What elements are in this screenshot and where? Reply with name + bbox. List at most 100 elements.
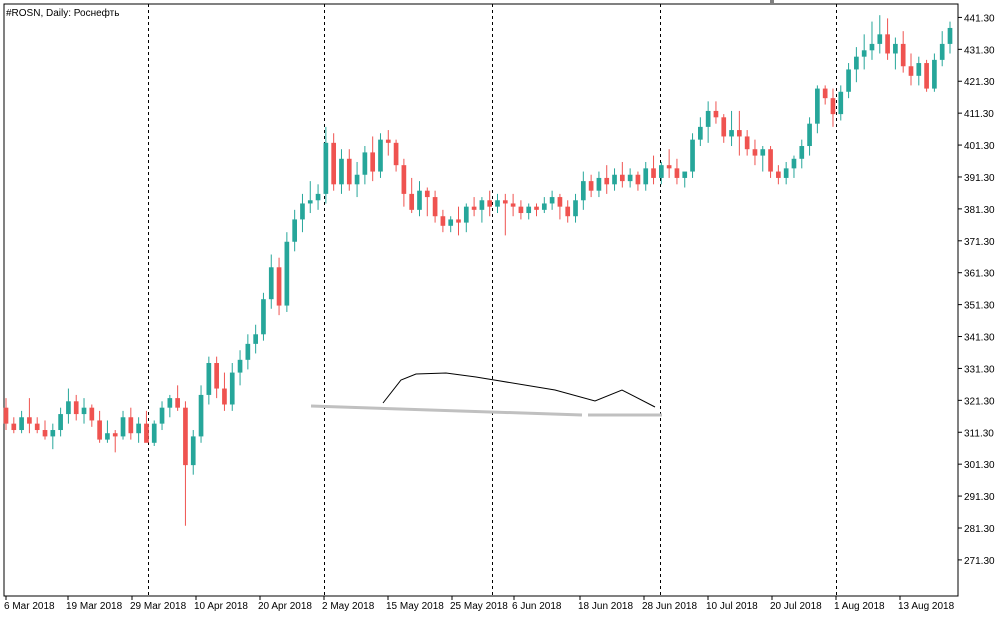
candle-body bbox=[112, 433, 118, 437]
candle-body bbox=[417, 190, 422, 210]
candle-body bbox=[947, 27, 953, 44]
candle-body bbox=[190, 436, 196, 466]
period-separators bbox=[3, 0, 959, 597]
price-tick-label: 391.30 bbox=[964, 173, 995, 184]
price-tick-label: 271.30 bbox=[964, 556, 995, 567]
candle-body bbox=[612, 174, 617, 185]
candle-body bbox=[440, 216, 446, 226]
time-tick-label: 2 May 2018 bbox=[322, 601, 375, 612]
price-tick-label: 361.30 bbox=[964, 269, 995, 280]
candle-body bbox=[658, 165, 664, 178]
candle-body bbox=[206, 363, 212, 395]
candle-body bbox=[846, 69, 851, 92]
candle-body bbox=[924, 63, 929, 89]
candle-body bbox=[183, 407, 188, 466]
candle-body bbox=[463, 206, 469, 223]
candle-body bbox=[580, 181, 586, 201]
candle-body bbox=[604, 177, 610, 185]
price-tick-label: 311.30 bbox=[964, 428, 994, 439]
time-axis: 6 Mar 2018 19 Mar 2018 29 Mar 2018 10 Apr 2… bbox=[4, 596, 955, 612]
price-tick-label: 351.30 bbox=[964, 301, 995, 312]
chart-symbol-label: #ROSN, Daily: Роснефть bbox=[6, 7, 119, 19]
candle-body bbox=[339, 158, 344, 185]
candle-body bbox=[479, 200, 485, 210]
candle-body bbox=[721, 117, 727, 137]
candle-body bbox=[151, 423, 157, 443]
candle-body bbox=[167, 398, 173, 408]
candle-body bbox=[253, 334, 258, 344]
candle-body bbox=[198, 394, 204, 437]
price-tick-label: 291.30 bbox=[964, 492, 995, 503]
candle-body bbox=[518, 206, 524, 214]
pattern-line bbox=[382, 372, 656, 408]
candle-body bbox=[346, 158, 352, 185]
price-tick-label: 321.30 bbox=[964, 396, 995, 407]
time-tick-label: 20 Apr 2018 bbox=[258, 601, 312, 612]
candle-body bbox=[635, 174, 641, 185]
candle-body bbox=[331, 142, 337, 185]
candle-body bbox=[893, 43, 898, 54]
price-tick-label: 421.30 bbox=[964, 77, 995, 88]
candle-body bbox=[424, 190, 430, 198]
candle-body bbox=[261, 299, 266, 335]
candle-body bbox=[448, 219, 454, 226]
candle-body bbox=[378, 139, 383, 172]
candle-body bbox=[799, 146, 805, 159]
candle-body bbox=[19, 417, 24, 431]
candle-body bbox=[900, 43, 906, 67]
candle-body bbox=[401, 165, 407, 194]
candle-body bbox=[268, 267, 274, 300]
time-tick-label: 10 Jul 2018 bbox=[706, 601, 758, 612]
candle-body bbox=[42, 430, 48, 437]
candle-body bbox=[588, 181, 594, 191]
time-tick-label: 13 Aug 2018 bbox=[898, 601, 955, 612]
price-tick-label: 381.30 bbox=[964, 205, 995, 216]
time-tick-label: 15 May 2018 bbox=[386, 601, 444, 612]
candle-body bbox=[81, 407, 87, 415]
candle-body bbox=[50, 430, 56, 437]
candle-body bbox=[791, 158, 797, 169]
candle-body bbox=[323, 142, 329, 194]
candle-body bbox=[908, 66, 914, 76]
price-tick-label: 281.30 bbox=[964, 524, 995, 535]
candlestick-chart[interactable]: 441.30 431.30 421.30 411.30 401.30 391.30 381.… bbox=[0, 0, 1000, 617]
candle-body bbox=[73, 401, 79, 415]
candle-body bbox=[495, 200, 500, 207]
candle-body bbox=[510, 203, 516, 207]
candle-body bbox=[11, 423, 17, 431]
candle-body bbox=[783, 168, 789, 178]
annotation-lines bbox=[310, 372, 662, 417]
candle-body bbox=[651, 168, 656, 178]
candle-body bbox=[815, 88, 820, 124]
candle-body bbox=[354, 174, 360, 185]
chart-container: 441.30 431.30 421.30 411.30 401.30 391.30 381.… bbox=[0, 0, 1000, 617]
candle-body bbox=[877, 34, 883, 44]
candle-body bbox=[619, 174, 625, 182]
candle-body bbox=[822, 88, 828, 99]
candle-body bbox=[549, 197, 555, 204]
candle-body bbox=[885, 34, 890, 54]
candle-body bbox=[698, 126, 703, 140]
candle-body bbox=[66, 401, 71, 415]
candle-body bbox=[97, 420, 102, 440]
candle-body bbox=[682, 171, 688, 178]
candle-body bbox=[58, 414, 63, 431]
candle-body bbox=[643, 168, 649, 185]
candle-body bbox=[409, 193, 415, 210]
candle-body bbox=[526, 206, 532, 214]
candles-layer bbox=[3, 15, 953, 526]
candle-body bbox=[713, 110, 719, 118]
candle-body bbox=[690, 139, 695, 172]
candle-body bbox=[144, 423, 149, 443]
candle-body bbox=[136, 423, 141, 434]
candle-body bbox=[939, 43, 945, 60]
candle-body bbox=[3, 407, 9, 424]
candle-body bbox=[276, 267, 282, 306]
chart-shift-marker bbox=[770, 0, 774, 5]
candle-body bbox=[128, 417, 134, 434]
candle-body bbox=[807, 123, 812, 147]
candle-body bbox=[315, 193, 321, 201]
candle-body bbox=[768, 149, 773, 172]
candle-body bbox=[159, 407, 165, 424]
candle-body bbox=[557, 197, 563, 207]
